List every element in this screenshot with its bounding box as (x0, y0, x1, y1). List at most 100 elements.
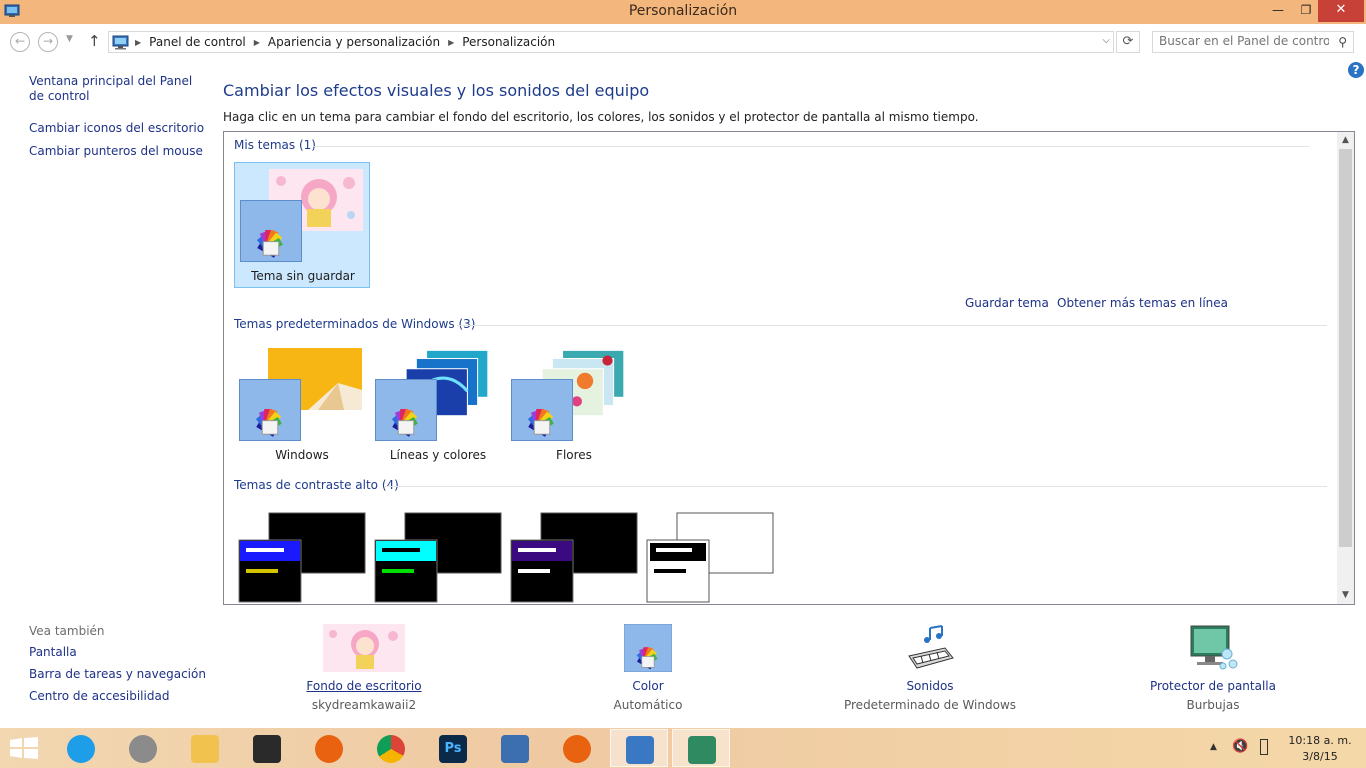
show-hidden-icons-icon[interactable]: ▲ (1210, 742, 1217, 752)
display-link[interactable]: Pantalla (29, 645, 209, 659)
internet-explorer-icon[interactable] (52, 729, 110, 767)
navigation-bar: ← → ▼ ↑ ▶ Panel de control ▶ Apariencia … (0, 24, 1366, 58)
section-divider (314, 146, 1309, 147)
theme-label: Líneas y colores (389, 448, 487, 462)
control-panel-icon[interactable] (610, 729, 668, 767)
desktop-background-link[interactable]: Fondo de escritorio (264, 679, 464, 693)
firefox-icon[interactable] (548, 729, 606, 767)
my-themes-title: Mis temas (1) (234, 138, 316, 152)
page-title: Cambiar los efectos visuales y los sonid… (223, 81, 650, 100)
personalization-icon[interactable] (672, 729, 730, 767)
photoshop-label: Ps (439, 735, 467, 763)
scrollbar-thumb[interactable] (1339, 149, 1352, 547)
up-button[interactable]: ↑ (88, 32, 101, 50)
see-also-section: Vea también Pantalla Barra de tareas y n… (29, 624, 209, 711)
see-also-header: Vea también (29, 624, 105, 638)
forward-button[interactable]: → (38, 32, 58, 52)
breadcrumb-apariencia[interactable]: Apariencia y personalización (268, 35, 440, 49)
save-theme-link[interactable]: Guardar tema (965, 296, 1049, 310)
theme-tile-high-contrast-2[interactable] (374, 512, 504, 604)
refresh-button[interactable]: ⟳ (1116, 31, 1140, 53)
theme-tile-unsaved[interactable]: Tema sin guardar (234, 162, 370, 288)
color-palette-icon (375, 379, 437, 441)
control-panel-icon (112, 35, 129, 50)
sounds-value: Predeterminado de Windows (843, 698, 1017, 712)
color-link[interactable]: Color (548, 679, 748, 693)
volume-muted-icon[interactable]: 🔇 (1232, 739, 1248, 754)
taskbar-navigation-link[interactable]: Barra de tareas y navegación (29, 667, 209, 681)
theme-tile-high-contrast-white[interactable] (646, 512, 776, 604)
file-explorer-icon[interactable] (176, 729, 234, 767)
scroll-up-icon[interactable]: ▲ (1337, 132, 1354, 149)
chevron-right-icon[interactable]: ▶ (254, 38, 260, 47)
high-contrast-title: Temas de contraste alto (4) (234, 478, 399, 492)
theme-tile-lines-colors[interactable]: Líneas y colores (370, 342, 506, 468)
photoshop-icon[interactable]: Ps (424, 729, 482, 767)
themes-list[interactable]: Mis temas (1) Tema sin guardar Guardar t… (223, 131, 1355, 605)
recent-locations-dropdown[interactable]: ▼ (66, 34, 73, 44)
title-bar: Personalización — ❐ ✕ (0, 0, 1366, 24)
change-mouse-pointers-link[interactable]: Cambiar punteros del mouse (29, 144, 209, 159)
clock-time: 10:18 a. m. (1288, 734, 1352, 747)
video-studio-icon[interactable] (238, 729, 296, 767)
maximize-button[interactable]: ❐ (1292, 0, 1320, 22)
theme-tile-high-contrast-1[interactable] (238, 512, 368, 604)
minimize-button[interactable]: — (1264, 0, 1292, 22)
accessibility-center-link[interactable]: Centro de accesibilidad (29, 689, 209, 703)
color-setting[interactable]: Color Automático (548, 623, 748, 712)
taskbar: Ps ▲ 🔇 10:18 a. m. 3/8/15 (0, 728, 1366, 768)
desktop-background-setting[interactable]: Fondo de escritorio skydreamkawaii2 (264, 624, 464, 712)
desktop-background-value: skydreamkawaii2 (311, 698, 417, 712)
theme-tile-high-contrast-3[interactable] (510, 512, 640, 604)
default-themes-title: Temas predeterminados de Windows (3) (234, 317, 476, 331)
search-icon[interactable]: ⚲ (1338, 35, 1347, 49)
get-more-themes-link[interactable]: Obtener más temas en línea (1057, 296, 1228, 310)
address-bar[interactable]: ▶ Panel de control ▶ Apariencia y person… (108, 31, 1114, 53)
color-palette-icon (511, 379, 573, 441)
sounds-setting[interactable]: Sonidos Predeterminado de Windows (830, 624, 1030, 712)
help-icon[interactable]: ? (1348, 62, 1364, 78)
color-palette-icon (239, 379, 301, 441)
theme-label: Tema sin guardar (251, 269, 355, 283)
search-input[interactable] (1159, 34, 1329, 48)
wallpaper-thumbnail (323, 624, 405, 672)
search-box[interactable]: ⚲ (1152, 31, 1354, 53)
vertical-scrollbar[interactable]: ▲ ▼ (1337, 132, 1354, 604)
chevron-right-icon: ▶ (135, 37, 142, 47)
app-icon[interactable] (114, 729, 172, 767)
theme-tile-flowers[interactable]: Flores (506, 342, 642, 468)
section-divider (457, 325, 1327, 326)
sounds-icon (908, 625, 954, 669)
chrome-icon[interactable] (362, 729, 420, 767)
screen-saver-setting[interactable]: Protector de pantalla Burbujas (1113, 624, 1313, 712)
windows-start-icon[interactable] (10, 737, 38, 759)
left-pane: Ventana principal del Panel de control C… (29, 74, 209, 167)
screen-saver-icon (1190, 625, 1238, 670)
window-title: Personalización (628, 3, 738, 19)
control-panel-home-link[interactable]: Ventana principal del Panel de control (29, 74, 209, 104)
theme-label: Flores (556, 448, 592, 462)
firefox-icon[interactable] (300, 729, 358, 767)
breadcrumb-personalizacion[interactable]: Personalización (462, 35, 555, 49)
color-value: Automático (613, 698, 683, 712)
keyboard-icon[interactable] (486, 729, 544, 767)
change-desktop-icons-link[interactable]: Cambiar iconos del escritorio (29, 121, 209, 136)
chevron-right-icon[interactable]: ▶ (448, 38, 454, 47)
sounds-link[interactable]: Sonidos (830, 679, 1030, 693)
chevron-down-icon[interactable]: ⌵ (1102, 35, 1110, 46)
system-clock[interactable]: 10:18 a. m. 3/8/15 (1280, 733, 1360, 765)
theme-tile-windows[interactable]: Windows (234, 342, 370, 468)
section-divider (384, 486, 1327, 487)
back-button[interactable]: ← (10, 32, 30, 52)
page-description: Haga clic en un tema para cambiar el fon… (223, 110, 979, 124)
battery-icon[interactable] (1260, 739, 1268, 755)
screen-saver-value: Burbujas (1186, 698, 1240, 712)
theme-label: Windows (275, 448, 329, 462)
color-palette-icon (623, 623, 673, 673)
breadcrumb-panel-de-control[interactable]: Panel de control (149, 35, 246, 49)
clock-date: 3/8/15 (1302, 750, 1338, 763)
scroll-down-icon[interactable]: ▼ (1337, 587, 1354, 604)
screen-saver-link[interactable]: Protector de pantalla (1113, 679, 1313, 693)
close-button[interactable]: ✕ (1318, 0, 1364, 22)
color-palette-icon (240, 200, 302, 262)
